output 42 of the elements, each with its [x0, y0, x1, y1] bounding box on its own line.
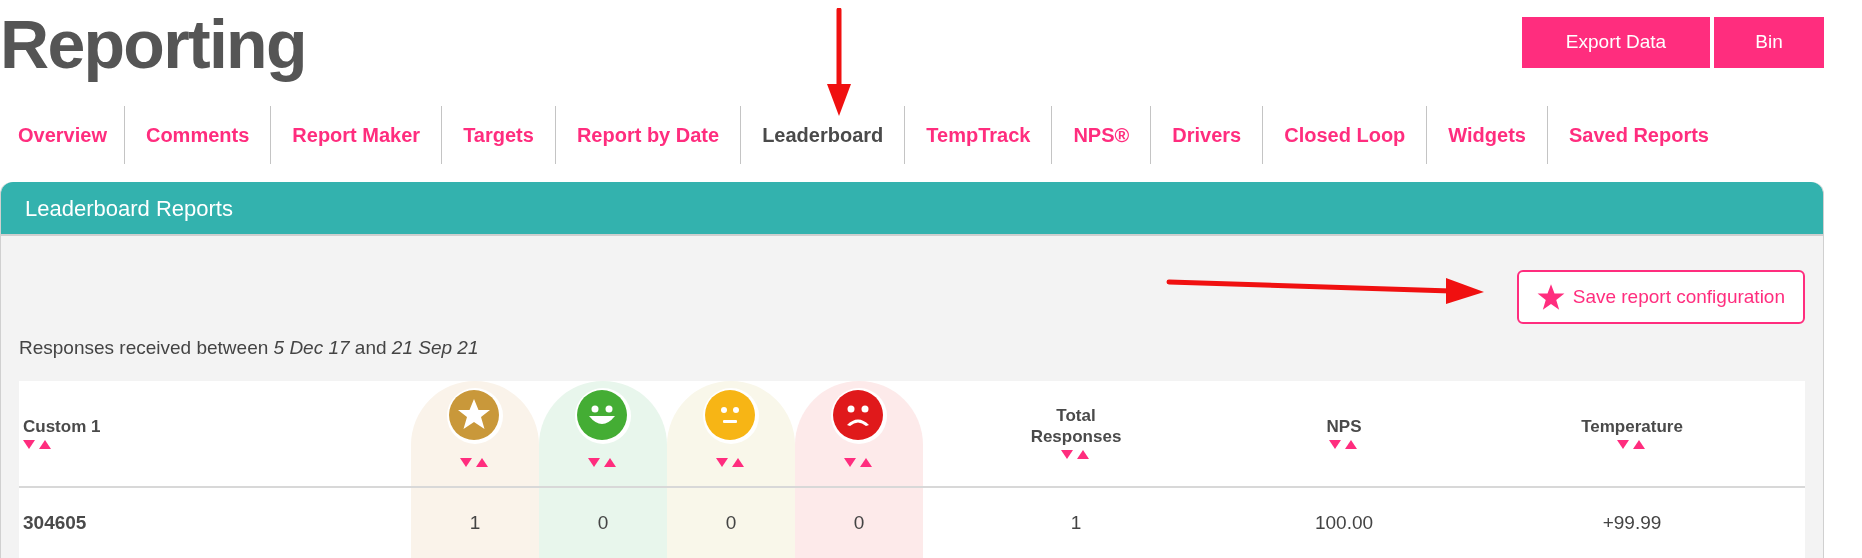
sort-icon[interactable] [716, 456, 746, 469]
table-cell-text: 0 [725, 511, 737, 536]
table-cell-text: 0 [853, 511, 865, 536]
date-range-text: Responses received between 5 Dec 17 and 21 Sep 21 [18, 336, 480, 360]
column-header: Temperature [1581, 415, 1683, 437]
table-cell-text: 304605 [23, 511, 87, 536]
nav-tab[interactable]: Leaderboard [741, 120, 905, 150]
sort-icon[interactable] [1061, 449, 1091, 461]
sort-icon[interactable] [844, 456, 874, 469]
action-button[interactable]: Export Data [1522, 17, 1710, 68]
smiley-face-icon [574, 386, 632, 445]
sad-face-icon [830, 386, 888, 445]
nav-tab[interactable]: Widgets [1427, 120, 1547, 150]
nav-tab[interactable]: Drivers [1151, 120, 1263, 150]
nav-tab[interactable]: Targets [442, 120, 555, 150]
save-configuration-button[interactable]: Save report configuration [1516, 270, 1805, 324]
column-header: Total Responses [1029, 405, 1123, 447]
sort-icon[interactable] [588, 456, 618, 469]
table-cell-text: +99.99 [1602, 511, 1662, 536]
table-cell-text: 0 [597, 511, 609, 536]
table-cell-text: 1 [469, 511, 481, 536]
nav-tab[interactable]: Report Maker [271, 120, 442, 150]
table-cell-text: 1 [1070, 511, 1082, 536]
star-medal-icon [446, 386, 504, 445]
nav-tab[interactable]: NPS® [1052, 120, 1151, 150]
nav-tab[interactable]: Saved Reports [1547, 120, 1730, 150]
nav-tab[interactable]: Closed Loop [1263, 120, 1427, 150]
panel-title: Leaderboard Reports [25, 194, 233, 223]
action-button[interactable]: Bin [1714, 17, 1824, 68]
nav-tab[interactable]: Report by Date [555, 120, 741, 150]
table-cell-text: 100.00 [1314, 511, 1374, 536]
neutral-face-icon [702, 386, 760, 445]
sort-icon[interactable] [23, 438, 53, 451]
star-icon [1536, 283, 1565, 311]
nav-tab[interactable]: Overview [0, 120, 124, 150]
nav-tab[interactable]: TempTrack [905, 120, 1052, 150]
nav-tab[interactable]: Comments [124, 120, 271, 150]
sort-icon[interactable] [1617, 438, 1647, 451]
column-header: Custom 1 [23, 415, 101, 437]
column-header: NPS [1326, 415, 1362, 437]
sort-icon[interactable] [460, 456, 490, 469]
sort-icon[interactable] [1329, 438, 1359, 451]
